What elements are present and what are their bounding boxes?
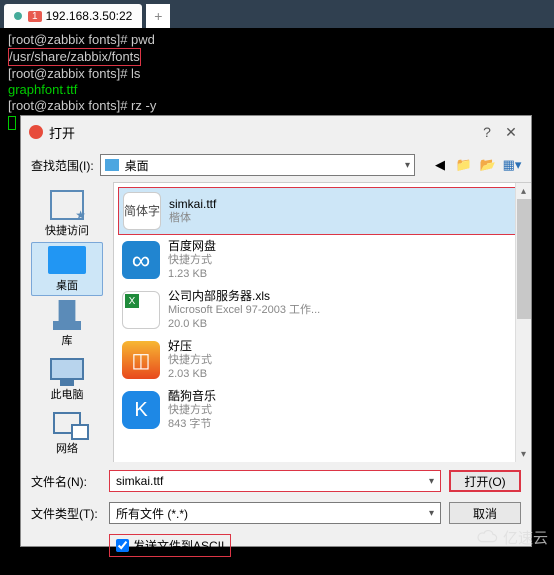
new-folder-icon[interactable]: 📂 [479,156,497,174]
file-meta: 楷体 [169,211,216,225]
excel-file-icon [122,291,160,329]
view-menu-icon[interactable]: ▦▾ [503,156,521,174]
dialog-titlebar: 打开 ? ✕ [21,116,531,148]
file-list[interactable]: 简体字 simkai.ttf 楷体 ∞ 百度网盘 快捷方式 1.23 KB 公司… [113,182,531,462]
file-item-kugou[interactable]: K 酷狗音乐 快捷方式 843 字节 [118,385,527,435]
font-file-icon: 简体字 [123,192,161,230]
terminal-cursor [8,116,16,130]
back-icon[interactable]: ◀ [431,156,449,174]
chevron-down-icon: ▾ [429,476,434,487]
sidebar-this-pc[interactable]: 此电脑 [31,352,103,404]
file-meta: 2.03 KB [168,367,212,381]
lookup-bar: 查找范围(I): 桌面 ▾ ◀ 📁 📂 ▦▾ [21,148,531,182]
file-item-haozip[interactable]: ◫ 好压 快捷方式 2.03 KB [118,335,527,385]
help-button[interactable]: ? [475,124,499,140]
watermark: 亿速云 [475,527,548,548]
chevron-down-icon: ▾ [405,160,410,171]
app-icon [29,125,43,139]
file-meta: 快捷方式 [168,403,216,417]
libraries-icon [53,300,81,330]
sidebar-label: 库 [62,332,73,348]
cancel-button[interactable]: 取消 [449,502,521,524]
file-meta: 843 字节 [168,417,216,431]
scroll-thumb[interactable] [517,199,531,319]
file-open-dialog: 打开 ? ✕ 查找范围(I): 桌面 ▾ ◀ 📁 📂 ▦▾ 快捷访问 桌面 [20,115,532,547]
network-icon [53,412,81,434]
file-meta: 20.0 KB [168,317,320,331]
places-sidebar: 快捷访问 桌面 库 此电脑 网络 [21,182,113,462]
prompt: [root@zabbix fonts]# [8,66,131,81]
cmd: ls [131,66,140,81]
ls-output: graphfont.ttf [8,82,77,97]
ascii-checkbox-group[interactable]: 发送文件到ASCII [109,534,231,557]
prompt: [root@zabbix fonts]# [8,32,131,47]
desktop-icon [105,159,119,171]
file-name: simkai.ttf [169,197,216,211]
haozip-icon: ◫ [122,341,160,379]
sidebar-label: 此电脑 [51,386,84,402]
sidebar-label: 快捷访问 [45,222,89,238]
open-button[interactable]: 打开(O) [449,470,521,492]
sidebar-libraries[interactable]: 库 [31,298,103,350]
filename-input[interactable]: simkai.ttf ▾ [109,470,441,492]
status-dot-icon [14,12,22,20]
close-button[interactable]: ✕ [499,124,523,141]
file-meta: 1.23 KB [168,267,216,281]
add-tab-button[interactable]: + [146,4,170,28]
scroll-down-icon[interactable]: ▾ [516,446,531,462]
ascii-label: 发送文件到ASCII [133,537,224,554]
file-name: 百度网盘 [168,239,216,253]
lookup-label: 查找范围(I): [31,157,94,174]
filename-label: 文件名(N): [31,473,101,490]
sidebar-label: 桌面 [56,277,78,293]
filetype-label: 文件类型(T): [31,505,101,522]
file-item-xls[interactable]: 公司内部服务器.xls Microsoft Excel 97-2003 工作..… [118,285,527,335]
kugou-icon: K [122,391,160,429]
dialog-footer: 文件名(N): simkai.ttf ▾ 打开(O) 文件类型(T): 所有文件… [21,462,531,575]
filetype-select[interactable]: 所有文件 (*.*) ▾ [109,502,441,524]
file-meta: 快捷方式 [168,353,212,367]
cmd: rz -y [131,98,156,113]
file-item-baidu[interactable]: ∞ 百度网盘 快捷方式 1.23 KB [118,235,527,285]
cloud-icon [475,530,499,546]
sidebar-network[interactable]: 网络 [31,406,103,458]
tab-bar: 1 192.168.3.50:22 + [0,0,554,28]
up-icon[interactable]: 📁 [455,156,473,174]
sidebar-label: 网络 [56,440,78,456]
lookup-select[interactable]: 桌面 ▾ [100,154,415,176]
dialog-title: 打开 [49,123,75,142]
chevron-down-icon: ▾ [429,508,434,519]
desktop-icon [48,246,86,274]
quick-access-icon [50,190,84,220]
file-meta: Microsoft Excel 97-2003 工作... [168,303,320,317]
baidu-icon: ∞ [122,241,160,279]
pwd-output: /usr/share/zabbix/fonts [8,48,141,66]
ascii-checkbox[interactable] [116,539,129,552]
toolbar-icons: ◀ 📁 📂 ▦▾ [431,156,521,174]
cmd: pwd [131,32,155,47]
tab-title: 192.168.3.50:22 [46,9,133,23]
pc-icon [50,358,84,380]
file-item-simkai[interactable]: 简体字 simkai.ttf 楷体 [118,187,527,235]
file-name: 好压 [168,339,212,353]
file-name: 公司内部服务器.xls [168,289,320,303]
file-name: 酷狗音乐 [168,389,216,403]
sidebar-desktop[interactable]: 桌面 [31,242,103,296]
scroll-up-icon[interactable]: ▴ [516,183,531,199]
file-meta: 快捷方式 [168,253,216,267]
lookup-value: 桌面 [125,157,149,174]
prompt: [root@zabbix fonts]# [8,98,131,113]
session-tab[interactable]: 1 192.168.3.50:22 [4,4,142,28]
tab-number: 1 [28,11,42,22]
sidebar-quick-access[interactable]: 快捷访问 [31,188,103,240]
scrollbar[interactable]: ▴ ▾ [515,183,531,462]
